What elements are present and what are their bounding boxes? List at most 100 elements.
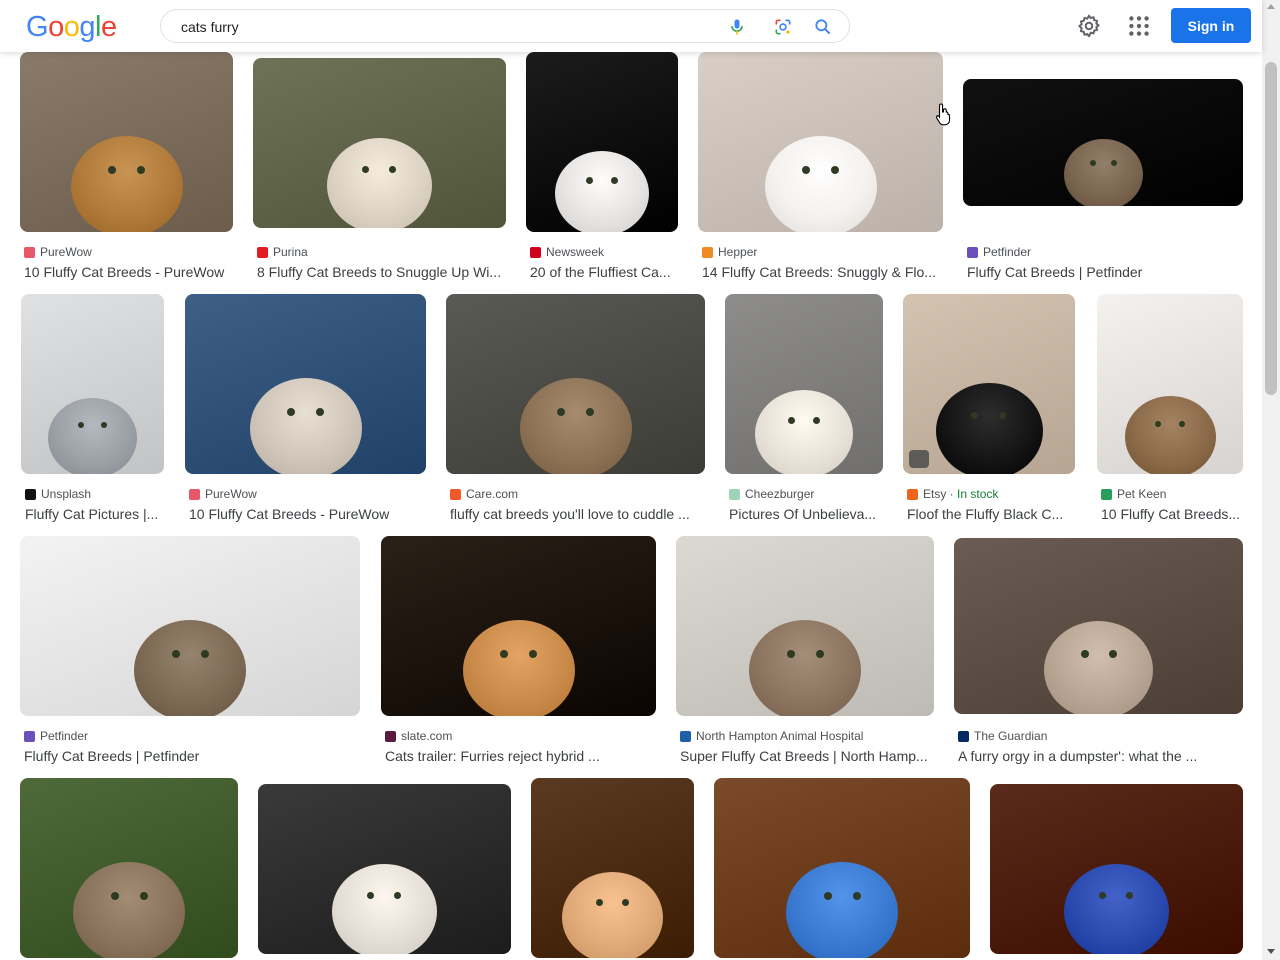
mic-icon[interactable] bbox=[727, 17, 747, 37]
result-image[interactable] bbox=[20, 536, 360, 716]
result-image[interactable] bbox=[531, 778, 694, 958]
image-detail bbox=[787, 650, 795, 658]
source-name: Petfinder bbox=[40, 729, 89, 743]
image-subject bbox=[555, 151, 649, 232]
image-subject bbox=[71, 136, 183, 232]
sign-in-button[interactable]: Sign in bbox=[1171, 8, 1251, 43]
image-detail bbox=[596, 899, 603, 906]
lens-icon[interactable] bbox=[773, 17, 793, 37]
scrollbar-thumb[interactable] bbox=[1265, 62, 1277, 395]
result-image[interactable] bbox=[676, 536, 934, 716]
result-image[interactable] bbox=[963, 79, 1243, 206]
result-image[interactable] bbox=[698, 52, 943, 232]
source-name: PureWow bbox=[40, 245, 92, 259]
image-subject bbox=[48, 398, 137, 474]
result-image[interactable] bbox=[381, 536, 656, 716]
result-source[interactable]: Care.com bbox=[450, 487, 518, 501]
result-image[interactable] bbox=[526, 52, 678, 232]
result-title[interactable]: 10 Fluffy Cat Breeds... bbox=[1101, 506, 1245, 522]
result-image[interactable] bbox=[954, 538, 1243, 714]
result-image[interactable] bbox=[185, 294, 426, 474]
result-title[interactable]: A furry orgy in a dumpster': what the ..… bbox=[958, 748, 1243, 764]
image-subject bbox=[562, 872, 663, 958]
image-subject bbox=[250, 378, 362, 474]
result-source[interactable]: PureWow bbox=[24, 245, 92, 259]
favicon-icon bbox=[450, 488, 461, 500]
result-source[interactable]: Cheezburger bbox=[729, 487, 814, 501]
result-title[interactable]: 10 Fluffy Cat Breeds - PureWow bbox=[189, 506, 424, 522]
result-title[interactable]: fluffy cat breeds you'll love to cuddle … bbox=[450, 506, 702, 522]
result-image[interactable] bbox=[990, 784, 1243, 954]
result-source[interactable]: Petfinder bbox=[24, 729, 88, 743]
image-detail bbox=[137, 166, 145, 174]
result-image[interactable] bbox=[20, 52, 233, 232]
result-title[interactable]: Cats trailer: Furries reject hybrid ... bbox=[385, 748, 650, 764]
stock-status: In stock bbox=[957, 487, 999, 501]
result-source[interactable]: Newsweek bbox=[530, 245, 604, 259]
source-name: Newsweek bbox=[546, 245, 605, 259]
page-scrollbar[interactable] bbox=[1262, 0, 1280, 960]
image-detail bbox=[1111, 160, 1117, 166]
image-detail bbox=[287, 408, 295, 416]
result-title[interactable]: Floof the Fluffy Black C... bbox=[907, 506, 1069, 522]
search-icon[interactable] bbox=[813, 17, 833, 37]
image-detail bbox=[831, 166, 839, 174]
favicon-icon bbox=[680, 730, 691, 742]
search-input[interactable] bbox=[179, 16, 703, 38]
result-image[interactable] bbox=[714, 778, 970, 958]
result-source[interactable]: Purina bbox=[257, 245, 308, 259]
source-name: Care.com bbox=[466, 487, 519, 501]
result-title[interactable]: 8 Fluffy Cat Breeds to Snuggle Up Wi... bbox=[257, 264, 502, 280]
result-source[interactable]: Unsplash bbox=[25, 487, 91, 501]
result-source[interactable]: Hepper bbox=[702, 245, 757, 259]
result-title[interactable]: Fluffy Cat Breeds | Petfinder bbox=[24, 748, 354, 764]
result-source[interactable]: Etsy · In stock bbox=[907, 487, 998, 501]
result-title[interactable]: Fluffy Cat Breeds | Petfinder bbox=[967, 264, 1237, 280]
result-title[interactable]: 20 of the Fluffiest Ca... bbox=[530, 264, 678, 280]
result-image[interactable] bbox=[20, 778, 238, 958]
image-detail bbox=[362, 166, 369, 173]
result-image[interactable] bbox=[1097, 294, 1243, 474]
logo-letter: g bbox=[79, 11, 95, 43]
image-subject bbox=[463, 620, 575, 716]
result-image[interactable] bbox=[21, 294, 164, 474]
source-name: Petfinder bbox=[983, 245, 1032, 259]
result-title[interactable]: Super Fluffy Cat Breeds | North Hamp... bbox=[680, 748, 930, 764]
source-name: North Hampton Animal Hospital bbox=[696, 729, 864, 743]
result-source[interactable]: Petfinder bbox=[967, 245, 1031, 259]
image-detail bbox=[1109, 650, 1117, 658]
logo-letter: o bbox=[48, 11, 64, 43]
source-name: Purina bbox=[273, 245, 308, 259]
result-source[interactable]: North Hampton Animal Hospital bbox=[680, 729, 863, 743]
image-subject bbox=[1125, 396, 1216, 474]
result-image[interactable] bbox=[258, 784, 511, 954]
result-title[interactable]: 14 Fluffy Cat Breeds: Snuggly & Flo... bbox=[702, 264, 938, 280]
result-title[interactable]: Fluffy Cat Pictures |... bbox=[25, 506, 161, 522]
result-image[interactable] bbox=[253, 58, 506, 228]
result-image[interactable] bbox=[725, 294, 883, 474]
favicon-icon bbox=[967, 246, 978, 258]
result-title[interactable]: Pictures Of Unbelieva... bbox=[729, 506, 879, 522]
image-subject bbox=[765, 136, 877, 232]
result-title[interactable]: 10 Fluffy Cat Breeds - PureWow bbox=[24, 264, 229, 280]
result-image[interactable] bbox=[903, 294, 1075, 474]
gear-icon[interactable] bbox=[1076, 13, 1102, 39]
image-detail bbox=[394, 892, 401, 899]
image-detail bbox=[611, 177, 618, 184]
result-image[interactable] bbox=[446, 294, 705, 474]
result-source[interactable]: PureWow bbox=[189, 487, 257, 501]
image-detail bbox=[557, 408, 565, 416]
result-source[interactable]: slate.com bbox=[385, 729, 452, 743]
result-source[interactable]: The Guardian bbox=[958, 729, 1047, 743]
scroll-down-arrow-icon[interactable] bbox=[1267, 949, 1275, 954]
apps-grid-icon[interactable] bbox=[1126, 13, 1152, 39]
image-subject bbox=[332, 864, 437, 954]
image-subject bbox=[755, 390, 853, 474]
image-subject bbox=[749, 620, 861, 716]
image-detail bbox=[1081, 650, 1089, 658]
source-name: Pet Keen bbox=[1117, 487, 1167, 501]
google-logo[interactable]: Google bbox=[26, 11, 117, 44]
result-source[interactable]: Pet Keen bbox=[1101, 487, 1166, 501]
scroll-up-arrow-icon[interactable] bbox=[1267, 4, 1275, 9]
image-detail bbox=[201, 650, 209, 658]
